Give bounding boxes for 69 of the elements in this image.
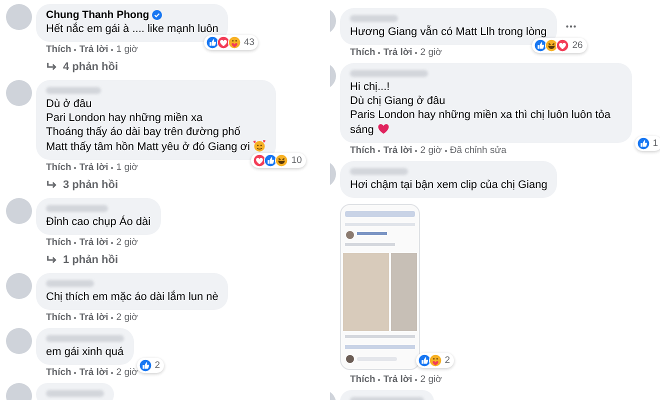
comment-meta-text: 1 giờ (116, 162, 138, 173)
view-replies-link[interactable]: 3 phản hồi (46, 179, 118, 191)
blurred-name (46, 205, 108, 212)
comment-text: Matt thấy tâm hồn Matt yêu ở đó Giang ơi (46, 139, 266, 154)
comment-text: Hương Giang vẫn có Matt Llh trong lòng (350, 25, 547, 39)
comment-meta-text: 2 giờ (420, 145, 442, 156)
reply-arrow-icon (46, 62, 58, 72)
comment-action-link[interactable]: Thích (46, 44, 72, 55)
reaction-summary[interactable]: 10 (251, 153, 306, 168)
comment-meta-text: 2 giờ (420, 47, 442, 58)
reaction-count: 2 (154, 360, 160, 371)
comment-meta-text: 2 giờ (116, 237, 138, 248)
reaction-count: 43 (244, 37, 254, 48)
comment-action-link[interactable]: Trả lời (79, 237, 108, 248)
avatar[interactable] (6, 80, 32, 106)
reply-arrow-icon (46, 255, 58, 265)
comment-meta-text: 2 giờ (116, 312, 138, 323)
reaction-count: 2 (444, 355, 450, 366)
comment-action-link[interactable]: Trả lời (383, 374, 412, 385)
comment-text: Hết nắc em gái à .... like mạnh luôn (46, 22, 218, 36)
comment-text: Hi chị...! (350, 80, 391, 94)
comment-action-link[interactable]: Thích (350, 47, 376, 58)
blurred-name (46, 280, 94, 287)
reaction-count: 1 (652, 138, 658, 149)
comment-action-link[interactable]: Thích (46, 367, 72, 378)
comment-action-link[interactable]: Trả lời (79, 312, 108, 323)
comment-action-link[interactable]: Trả lời (383, 47, 412, 58)
comment-text: Paris London hay những miền xa thì chị luôn luôn tỏa sáng (350, 108, 612, 137)
comment-text: Chị thích em mặc áo dài lắm lun nè (46, 290, 218, 304)
comment-action-link[interactable]: Thích (46, 312, 72, 323)
blurred-name (350, 168, 408, 175)
comment-text: em gái xinh quá (46, 345, 124, 359)
avatar[interactable] (6, 4, 32, 30)
comment-action-link[interactable]: Thích (350, 374, 376, 385)
reaction-summary[interactable]: 2 (136, 358, 164, 373)
comment-text: Dù ở đâu (46, 97, 93, 111)
avatar[interactable] (6, 198, 32, 224)
comment-meta-text: Đã chỉnh sửa (450, 145, 506, 156)
blurred-name (350, 15, 398, 22)
view-replies-link[interactable]: 4 phản hồi (46, 61, 118, 73)
blurred-name (46, 390, 104, 397)
comment-text: Đỉnh cao chụp Áo dài (46, 215, 151, 229)
reaction-summary[interactable]: 43 (204, 35, 258, 50)
reaction-summary[interactable]: 26 (532, 38, 587, 53)
comment-meta-text: 2 giờ (420, 374, 442, 385)
commenter-name[interactable]: Chung Thanh Phong (46, 8, 150, 22)
comment-action-link[interactable]: Trả lời (79, 162, 108, 173)
reaction-summary[interactable]: 2 (416, 353, 454, 368)
reaction-count: 26 (572, 40, 583, 51)
view-replies-link[interactable]: 1 phản hồi (46, 254, 118, 266)
comment-action-link[interactable]: Thích (350, 145, 376, 156)
comment-action-link[interactable]: Thích (46, 162, 72, 173)
avatar[interactable] (6, 273, 32, 299)
comment-action-link[interactable]: Trả lời (383, 145, 412, 156)
reply-arrow-icon (46, 180, 58, 190)
avatar[interactable] (6, 328, 32, 354)
comment-text: Thoáng thấy áo dài bay trên đường phố (46, 125, 242, 139)
comment-action-link[interactable]: Thích (46, 237, 72, 248)
comment-action-link[interactable]: Trả lời (79, 367, 108, 378)
comment-action-link[interactable]: Trả lời (79, 44, 108, 55)
comment-text: Hơi chậm tại bận xem clip của chị Giang (350, 178, 548, 192)
comment-meta-text: 2 giờ (116, 367, 138, 378)
more-options-icon[interactable] (564, 24, 577, 29)
blurred-name (46, 87, 101, 94)
comment-text: Dù chị Giang ở đâu (350, 94, 446, 108)
comment-text: Pari London hay những miền xa (46, 111, 204, 125)
reaction-count: 10 (291, 155, 302, 166)
reaction-summary[interactable]: 1 (634, 136, 660, 151)
comment-meta-text: 1 giờ (116, 44, 138, 55)
